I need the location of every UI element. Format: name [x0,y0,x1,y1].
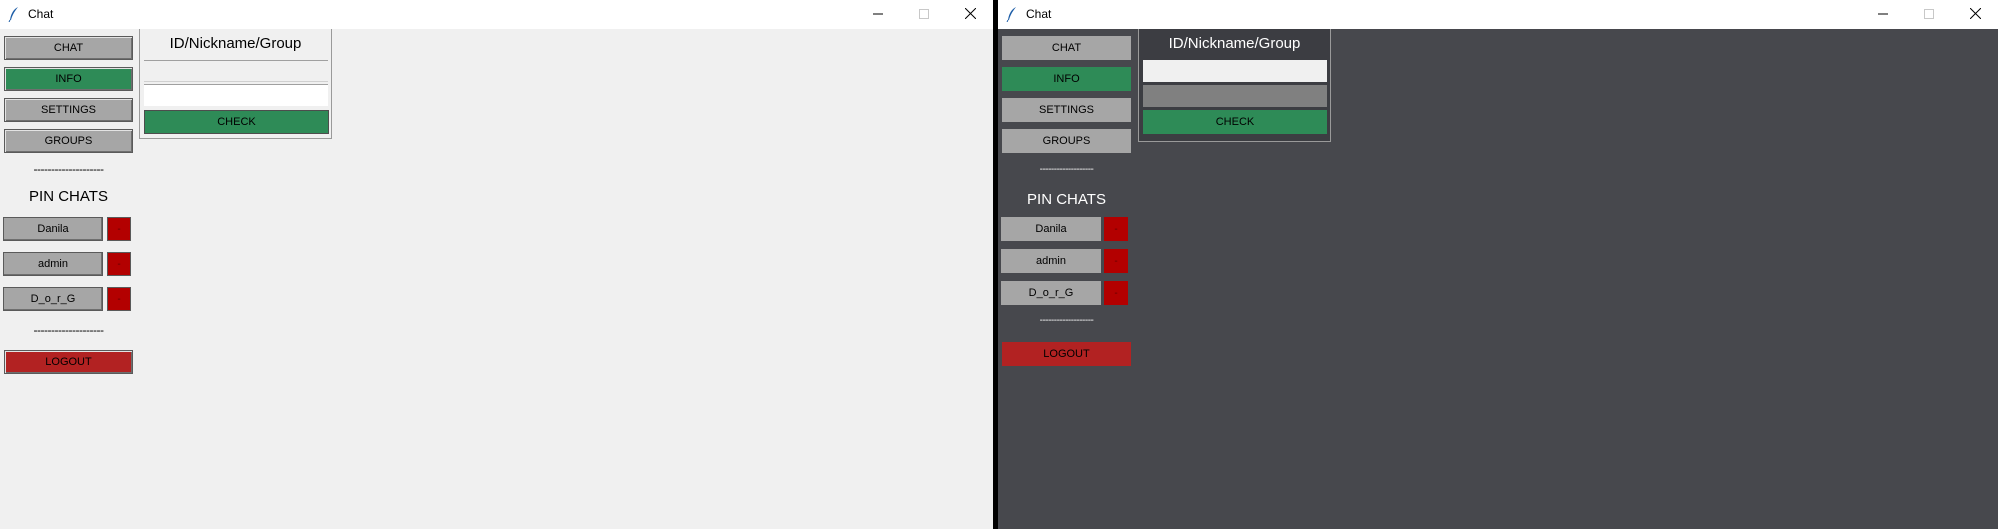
settings-button[interactable]: SETTINGS [1002,98,1131,122]
logout-button[interactable]: LOGOUT [1002,342,1131,366]
maximize-icon [919,6,929,24]
maximize-button[interactable] [901,0,947,29]
window-content: CHAT INFO SETTINGS GROUPS --------------… [998,29,1998,529]
check-button[interactable]: CHECK [1143,110,1327,134]
chat-button[interactable]: CHAT [1002,36,1131,60]
maximize-button[interactable] [1906,0,1952,29]
pin-chat-button[interactable]: Danila [3,217,103,241]
unpin-button[interactable]: - [1104,281,1128,305]
pin-chat-button[interactable]: admin [3,252,103,276]
lookup-panel: ID/Nickname/Group CHECK [1138,29,1331,142]
title-bar: Chat [0,0,993,29]
separator: ------------------- [1039,164,1094,175]
pin-chat-button[interactable]: D_o_r_G [3,287,103,311]
separator: -------------------- [33,323,104,337]
minimize-button[interactable] [1860,0,1906,29]
id-input[interactable] [1143,60,1327,82]
chat-button[interactable]: CHAT [4,36,133,60]
pin-chat-button[interactable]: admin [1001,249,1101,273]
maximize-icon [1924,6,1934,24]
groups-button[interactable]: GROUPS [1002,129,1131,153]
minimize-icon [873,6,883,24]
close-icon [1969,6,1981,24]
feather-icon [1006,6,1018,22]
feather-icon [8,6,20,22]
pin-chat-button[interactable]: D_o_r_G [1001,281,1101,305]
logout-button[interactable]: LOGOUT [4,350,133,374]
pin-chats-title: PIN CHATS [1027,191,1106,208]
unpin-button[interactable]: - [107,252,131,276]
settings-button[interactable]: SETTINGS [4,98,133,122]
nickname-input[interactable] [1143,85,1327,107]
title-bar: Chat [998,0,1998,29]
unpin-button[interactable]: - [1104,217,1128,241]
lookup-panel: ID/Nickname/Group CHECK [139,29,332,139]
minimize-button[interactable] [855,0,901,29]
separator: -------------------- [33,162,104,176]
lookup-title: ID/Nickname/Group [169,35,302,52]
chat-window-light: Chat CHAT INFO SETTINGS GROUPS ---------… [0,0,993,529]
close-button[interactable] [1952,0,1998,29]
unpin-button[interactable]: - [107,217,131,241]
nickname-input[interactable] [144,84,328,106]
window-title: Chat [28,7,54,21]
window-title: Chat [1026,7,1052,21]
pin-chats-title: PIN CHATS [29,188,108,205]
check-button[interactable]: CHECK [144,110,329,134]
lookup-title: ID/Nickname/Group [1168,35,1301,52]
info-button[interactable]: INFO [4,67,133,91]
unpin-button[interactable]: - [107,287,131,311]
groups-button[interactable]: GROUPS [4,129,133,153]
close-icon [964,6,976,24]
unpin-button[interactable]: - [1104,249,1128,273]
minimize-icon [1878,6,1888,24]
id-input[interactable] [144,60,328,82]
pin-chat-button[interactable]: Danila [1001,217,1101,241]
window-content: CHAT INFO SETTINGS GROUPS --------------… [0,29,993,529]
separator: ------------------- [1039,315,1094,326]
chat-window-dark: Chat CHAT INFO SETTINGS GROUPS ---------… [998,0,1998,529]
close-button[interactable] [947,0,993,29]
info-button[interactable]: INFO [1002,67,1131,91]
